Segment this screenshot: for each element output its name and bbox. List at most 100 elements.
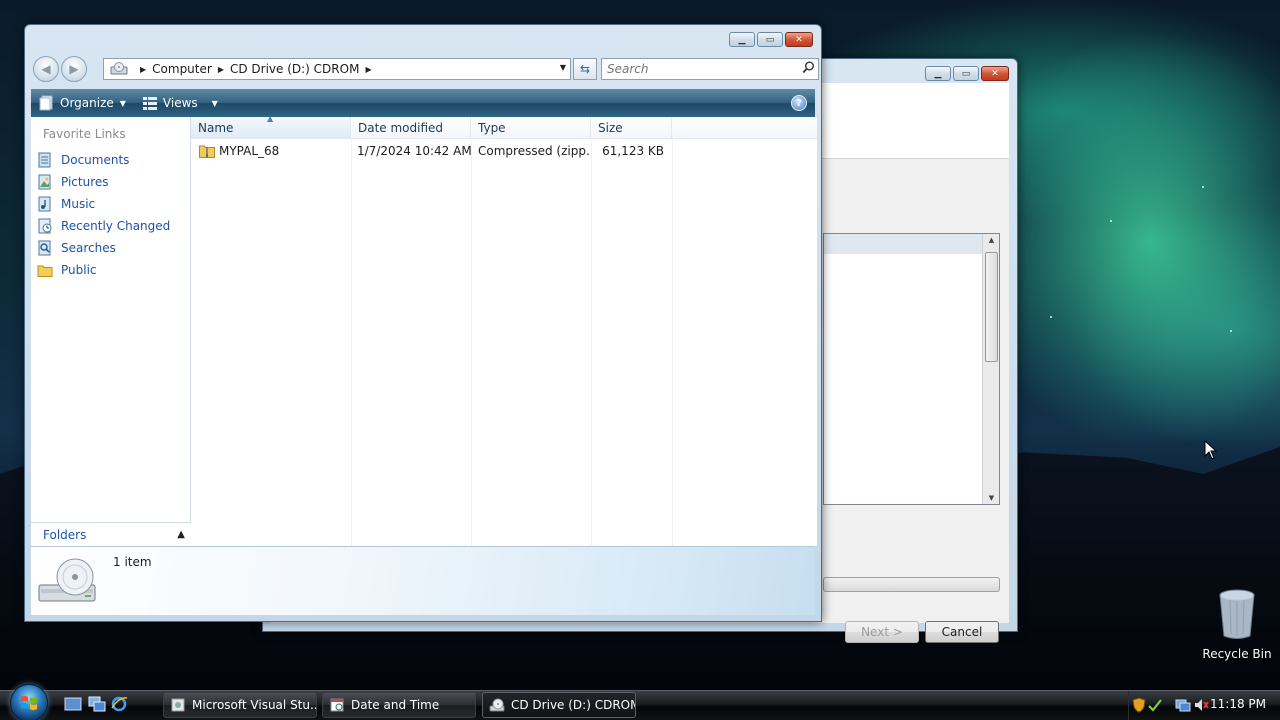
folders-label: Folders bbox=[43, 527, 87, 542]
gridline bbox=[591, 139, 592, 546]
recycle-bin[interactable]: Recycle Bin bbox=[1202, 588, 1272, 661]
column-gridlines bbox=[191, 139, 817, 546]
next-button[interactable]: Next > bbox=[845, 621, 919, 643]
breadcrumb-separator-icon: ▶ bbox=[140, 64, 147, 74]
column-header-label: Name bbox=[198, 120, 234, 135]
minimize-button[interactable]: ▁ bbox=[729, 32, 755, 47]
zip-folder-icon bbox=[199, 145, 215, 158]
organize-label: Organize bbox=[60, 96, 114, 110]
organize-icon bbox=[39, 95, 53, 111]
column-header-name[interactable]: ▲ Name bbox=[191, 114, 351, 138]
favorite-link-label: Pictures bbox=[61, 175, 109, 189]
favorite-link-label: Documents bbox=[61, 153, 130, 167]
taskbar-button-cd-drive[interactable]: CD Drive (D:) CDROM bbox=[482, 692, 636, 718]
favorite-link-label: Recently Changed bbox=[61, 219, 171, 233]
refresh-icon: ⇆ bbox=[579, 62, 591, 76]
maximize-button[interactable]: ▭ bbox=[757, 32, 783, 47]
wizard-progress-bar bbox=[823, 577, 1000, 592]
file-name-cell[interactable]: MYPAL_68 bbox=[191, 141, 351, 161]
wallpaper-star bbox=[1110, 220, 1112, 222]
taskbar-button-visual-studio[interactable]: Microsoft Visual Stu... bbox=[163, 692, 317, 718]
taskbar-button-label: CD Drive (D:) CDROM bbox=[511, 698, 636, 712]
security-shield-icon[interactable] bbox=[1131, 697, 1147, 713]
date-time-icon bbox=[330, 698, 344, 712]
volume-muted-icon[interactable] bbox=[1193, 697, 1209, 713]
column-header-label: Date modified bbox=[358, 120, 444, 135]
back-arrow-icon: ◀ bbox=[41, 62, 51, 76]
forward-button[interactable]: ▶ bbox=[61, 56, 87, 82]
public-folder-icon bbox=[37, 265, 53, 277]
cancel-button[interactable]: Cancel bbox=[925, 621, 999, 643]
favorite-link-documents[interactable]: Documents bbox=[37, 149, 170, 171]
back-button[interactable]: ◀ bbox=[33, 56, 59, 82]
organize-button[interactable]: Organize ▼ bbox=[31, 89, 134, 117]
documents-icon bbox=[38, 152, 51, 168]
column-headers: ▲ Name Date modified Type Size bbox=[191, 114, 817, 139]
mouse-cursor-icon bbox=[1204, 440, 1218, 460]
favorite-links-title: Favorite Links bbox=[43, 127, 126, 141]
searches-icon bbox=[38, 240, 51, 256]
favorite-link-searches[interactable]: Searches bbox=[37, 237, 170, 259]
wallpaper-star bbox=[1202, 186, 1204, 188]
search-input[interactable] bbox=[602, 62, 798, 76]
help-icon[interactable]: ? bbox=[791, 95, 807, 111]
recently-changed-icon bbox=[38, 218, 52, 234]
taskbar-clock[interactable]: 11:18 PM bbox=[1210, 697, 1266, 711]
favorite-link-music[interactable]: Music bbox=[37, 193, 170, 215]
column-header-label: Size bbox=[598, 120, 623, 135]
favorite-link-public[interactable]: Public bbox=[37, 259, 170, 281]
table-row[interactable]: MYPAL_68 1/7/2024 10:42 AM Compressed (z… bbox=[191, 141, 672, 161]
explorer-caption-buttons: ▁ ▭ ✕ bbox=[729, 32, 813, 47]
show-desktop-icon[interactable] bbox=[64, 695, 82, 713]
column-header-label: Type bbox=[478, 120, 506, 135]
gridline bbox=[672, 139, 673, 546]
column-header-type[interactable]: Type bbox=[471, 117, 591, 138]
file-size-cell: 61,123 KB bbox=[602, 144, 664, 158]
taskbar-button-label: Date and Time bbox=[351, 698, 440, 712]
maximize-button[interactable]: ▭ bbox=[953, 66, 979, 81]
breadcrumb-separator-icon[interactable]: ▶ bbox=[218, 65, 224, 74]
cd-drive-icon bbox=[110, 62, 128, 75]
column-header-date-modified[interactable]: Date modified bbox=[351, 117, 471, 138]
network-icon[interactable] bbox=[1175, 697, 1191, 713]
wizard-list-scrollbar[interactable]: ▲ ▼ bbox=[982, 234, 999, 504]
wizard-list-selection[interactable] bbox=[824, 234, 982, 254]
address-dropdown-icon[interactable]: ▼ bbox=[560, 63, 566, 72]
favorite-links-list: Documents Pictures Music Recently Change… bbox=[37, 149, 170, 281]
favorite-link-label: Music bbox=[61, 197, 96, 211]
breadcrumb-cd-drive[interactable]: CD Drive (D:) CDROM bbox=[230, 62, 359, 76]
favorite-link-recently-changed[interactable]: Recently Changed bbox=[37, 215, 170, 237]
pictures-icon bbox=[38, 174, 51, 190]
scroll-up-arrow[interactable]: ▲ bbox=[983, 236, 1000, 244]
network-check-icon[interactable] bbox=[1147, 697, 1163, 713]
scroll-down-arrow[interactable]: ▼ bbox=[983, 494, 1000, 502]
scroll-thumb[interactable] bbox=[985, 252, 998, 362]
item-count: 1 item bbox=[113, 555, 152, 569]
folders-toggle[interactable]: Folders ▲ bbox=[31, 522, 191, 546]
internet-explorer-icon[interactable] bbox=[110, 695, 128, 713]
address-bar[interactable]: ▶ Computer ▶ CD Drive (D:) CDROM ▶ ▼ bbox=[103, 58, 571, 80]
taskbar-button-label: Microsoft Visual Stu... bbox=[192, 698, 317, 712]
wizard-listbox[interactable]: ▲ ▼ bbox=[823, 233, 1000, 505]
views-label: Views bbox=[162, 96, 198, 110]
views-button[interactable]: Views ▼ bbox=[134, 89, 226, 117]
column-header-size[interactable]: Size bbox=[591, 117, 672, 138]
refresh-button[interactable]: ⇆ bbox=[573, 58, 597, 80]
start-button[interactable] bbox=[10, 684, 48, 720]
favorite-link-pictures[interactable]: Pictures bbox=[37, 171, 170, 193]
taskbar-button-date-time[interactable]: Date and Time bbox=[322, 692, 476, 718]
switch-windows-icon[interactable] bbox=[88, 695, 106, 713]
close-button[interactable]: ✕ bbox=[785, 32, 813, 47]
wallpaper-star bbox=[1050, 316, 1052, 318]
installer-icon bbox=[171, 698, 185, 712]
search-box[interactable] bbox=[601, 58, 819, 80]
breadcrumb-separator-icon[interactable]: ▶ bbox=[365, 65, 371, 74]
search-icon[interactable] bbox=[798, 61, 818, 77]
file-type-cell: Compressed (zipp... bbox=[478, 144, 591, 158]
breadcrumb-computer[interactable]: Computer bbox=[152, 62, 212, 76]
close-button[interactable]: ✕ bbox=[981, 66, 1009, 81]
cd-drive-large-icon bbox=[38, 558, 96, 602]
gridline bbox=[351, 139, 352, 546]
minimize-button[interactable]: ▁ bbox=[925, 66, 951, 81]
forward-arrow-icon: ▶ bbox=[69, 62, 79, 76]
